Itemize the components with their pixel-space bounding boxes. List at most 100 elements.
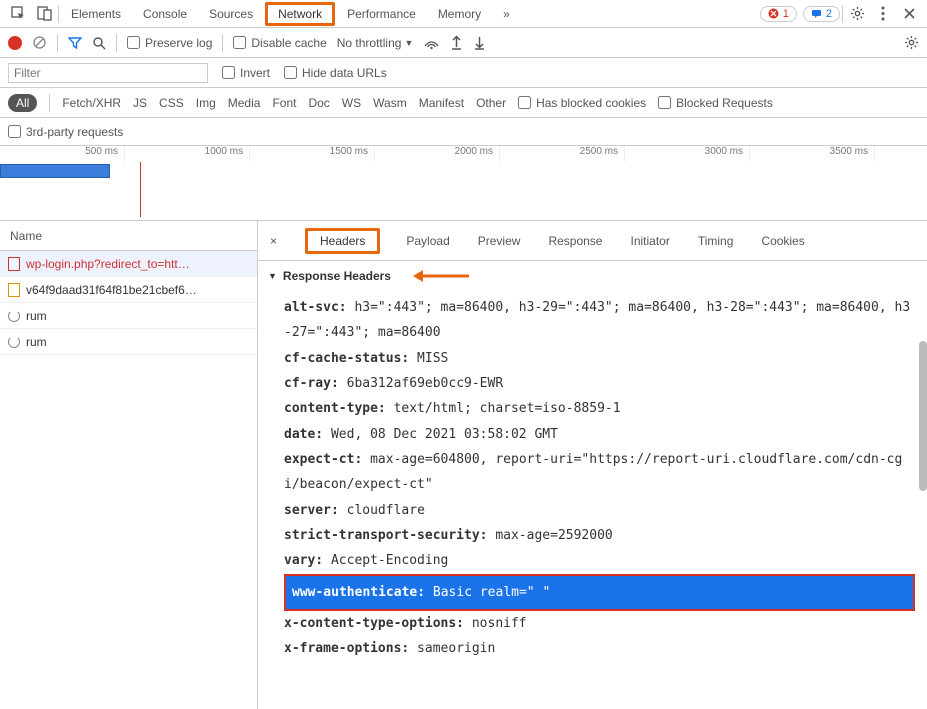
disable-cache-label: Disable cache [251, 36, 326, 50]
response-header-line[interactable]: vary: Accept-Encoding [284, 548, 927, 573]
request-name: rum [26, 309, 47, 323]
detail-tab-timing[interactable]: Timing [696, 229, 736, 253]
upload-har-icon[interactable] [450, 35, 463, 50]
main-tab-sources[interactable]: Sources [199, 3, 263, 25]
network-conditions-icon[interactable] [423, 36, 440, 50]
has-blocked-cookies-label: Has blocked cookies [536, 96, 646, 110]
type-filter-css[interactable]: CSS [159, 96, 184, 110]
request-row[interactable]: v64f9daad31f64f81be21cbef6… [0, 277, 257, 303]
scrollbar-thumb[interactable] [919, 341, 927, 491]
type-filter-other[interactable]: Other [476, 96, 506, 110]
type-filter-all[interactable]: All [8, 94, 37, 112]
type-filter-ws[interactable]: WS [342, 96, 361, 110]
clear-icon[interactable] [32, 35, 47, 50]
request-details-pane: × Headers Payload Preview Response Initiator… [258, 221, 927, 709]
response-header-line[interactable]: www-authenticate: Basic realm=" " [284, 574, 915, 611]
time-label: 3500 ms [750, 146, 875, 162]
filter-funnel-icon[interactable] [68, 36, 82, 50]
main-tab-memory[interactable]: Memory [428, 3, 491, 25]
name-column-header[interactable]: Name [0, 221, 257, 251]
response-header-line[interactable]: cf-cache-status: MISS [284, 346, 927, 371]
response-header-line[interactable]: x-frame-options: sameorigin [284, 636, 927, 661]
detail-tab-preview[interactable]: Preview [476, 229, 523, 253]
extra-filter-row: 3rd-party requests [0, 118, 927, 146]
separator [49, 94, 50, 112]
request-name: rum [26, 335, 47, 349]
time-label: 1000 ms [125, 146, 250, 162]
settings-gear-icon[interactable] [845, 2, 869, 26]
header-key: www-authenticate: [292, 585, 425, 600]
request-row[interactable]: rum [0, 303, 257, 329]
type-filter-font[interactable]: Font [272, 96, 296, 110]
timeline-overview[interactable]: 500 ms1000 ms1500 ms2000 ms2500 ms3000 m… [0, 146, 927, 221]
request-row[interactable]: rum [0, 329, 257, 355]
main-tab-elements[interactable]: Elements [61, 3, 131, 25]
document-icon [8, 257, 20, 271]
header-value: cloudflare [339, 503, 425, 518]
response-header-line[interactable]: strict-transport-security: max-age=25920… [284, 523, 927, 548]
main-tab-network[interactable]: Network [265, 2, 335, 26]
blocked-requests-checkbox[interactable]: Blocked Requests [658, 96, 773, 110]
has-blocked-cookies-checkbox[interactable]: Has blocked cookies [518, 96, 646, 110]
type-filter-doc[interactable]: Doc [308, 96, 329, 110]
response-headers-section[interactable]: ▼ Response Headers [258, 261, 927, 291]
header-value: h3=":443"; ma=86400, h3-29=":443"; ma=86… [284, 300, 910, 340]
response-header-line[interactable]: x-content-type-options: nosniff [284, 611, 927, 636]
separator [222, 34, 223, 52]
type-filter-js[interactable]: JS [133, 96, 147, 110]
record-button[interactable] [8, 36, 22, 50]
main-tabs-bar: ElementsConsoleSourcesNetworkPerformance… [0, 0, 927, 28]
header-key: x-content-type-options: [284, 616, 464, 631]
inspect-icon[interactable] [6, 2, 30, 26]
type-filter-manifest[interactable]: Manifest [419, 96, 464, 110]
invert-checkbox[interactable]: Invert [222, 66, 270, 80]
error-badge[interactable]: 1 [760, 6, 797, 22]
detail-tab-headers[interactable]: Headers [305, 228, 380, 254]
message-badge[interactable]: 2 [803, 6, 840, 22]
response-header-line[interactable]: server: cloudflare [284, 498, 927, 523]
close-devtools-icon[interactable] [897, 2, 921, 26]
response-header-line[interactable]: date: Wed, 08 Dec 2021 03:58:02 GMT [284, 422, 927, 447]
throttling-label: No throttling [337, 36, 402, 50]
header-value: max-age=2592000 [488, 528, 613, 543]
network-settings-gear-icon[interactable] [904, 35, 919, 50]
detail-tabs-bar: × Headers Payload Preview Response Initiator… [258, 221, 927, 261]
type-filter-img[interactable]: Img [196, 96, 216, 110]
scrollbar[interactable] [919, 221, 927, 709]
separator [842, 5, 843, 23]
detail-tab-cookies[interactable]: Cookies [759, 229, 806, 253]
timeline-marker [140, 162, 141, 217]
main-tab-console[interactable]: Console [133, 3, 197, 25]
type-filter-fetch-xhr[interactable]: Fetch/XHR [62, 96, 121, 110]
disable-cache-checkbox[interactable]: Disable cache [233, 36, 326, 50]
header-key: cf-cache-status: [284, 351, 409, 366]
header-value: sameorigin [409, 641, 495, 656]
message-count: 2 [826, 8, 832, 20]
device-toggle-icon[interactable] [32, 2, 56, 26]
preserve-log-checkbox[interactable]: Preserve log [127, 36, 212, 50]
filter-input[interactable] [8, 63, 208, 83]
detail-tab-initiator[interactable]: Initiator [628, 229, 671, 253]
overflow-tabs[interactable]: » [493, 3, 520, 25]
detail-tab-response[interactable]: Response [546, 229, 604, 253]
type-filter-media[interactable]: Media [228, 96, 261, 110]
throttling-select[interactable]: No throttling ▼ [337, 36, 414, 50]
hide-data-urls-checkbox[interactable]: Hide data URLs [284, 66, 387, 80]
request-row[interactable]: wp-login.php?redirect_to=htt… [0, 251, 257, 277]
response-header-line[interactable]: alt-svc: h3=":443"; ma=86400, h3-29=":44… [284, 295, 927, 346]
header-key: date: [284, 427, 323, 442]
type-filter-wasm[interactable]: Wasm [373, 96, 407, 110]
detail-tab-payload[interactable]: Payload [404, 229, 451, 253]
request-name: wp-login.php?redirect_to=htt… [26, 257, 190, 271]
header-key: server: [284, 503, 339, 518]
response-header-line[interactable]: expect-ct: max-age=604800, report-uri="h… [284, 447, 927, 498]
preserve-log-label: Preserve log [145, 36, 212, 50]
download-har-icon[interactable] [473, 35, 486, 50]
response-header-line[interactable]: content-type: text/html; charset=iso-885… [284, 396, 927, 421]
search-icon[interactable] [92, 36, 106, 50]
close-details-icon[interactable]: × [266, 234, 281, 248]
third-party-requests-checkbox[interactable]: 3rd-party requests [8, 125, 123, 139]
main-tab-performance[interactable]: Performance [337, 3, 426, 25]
response-header-line[interactable]: cf-ray: 6ba312af69eb0cc9-EWR [284, 371, 927, 396]
kebab-menu-icon[interactable] [871, 2, 895, 26]
